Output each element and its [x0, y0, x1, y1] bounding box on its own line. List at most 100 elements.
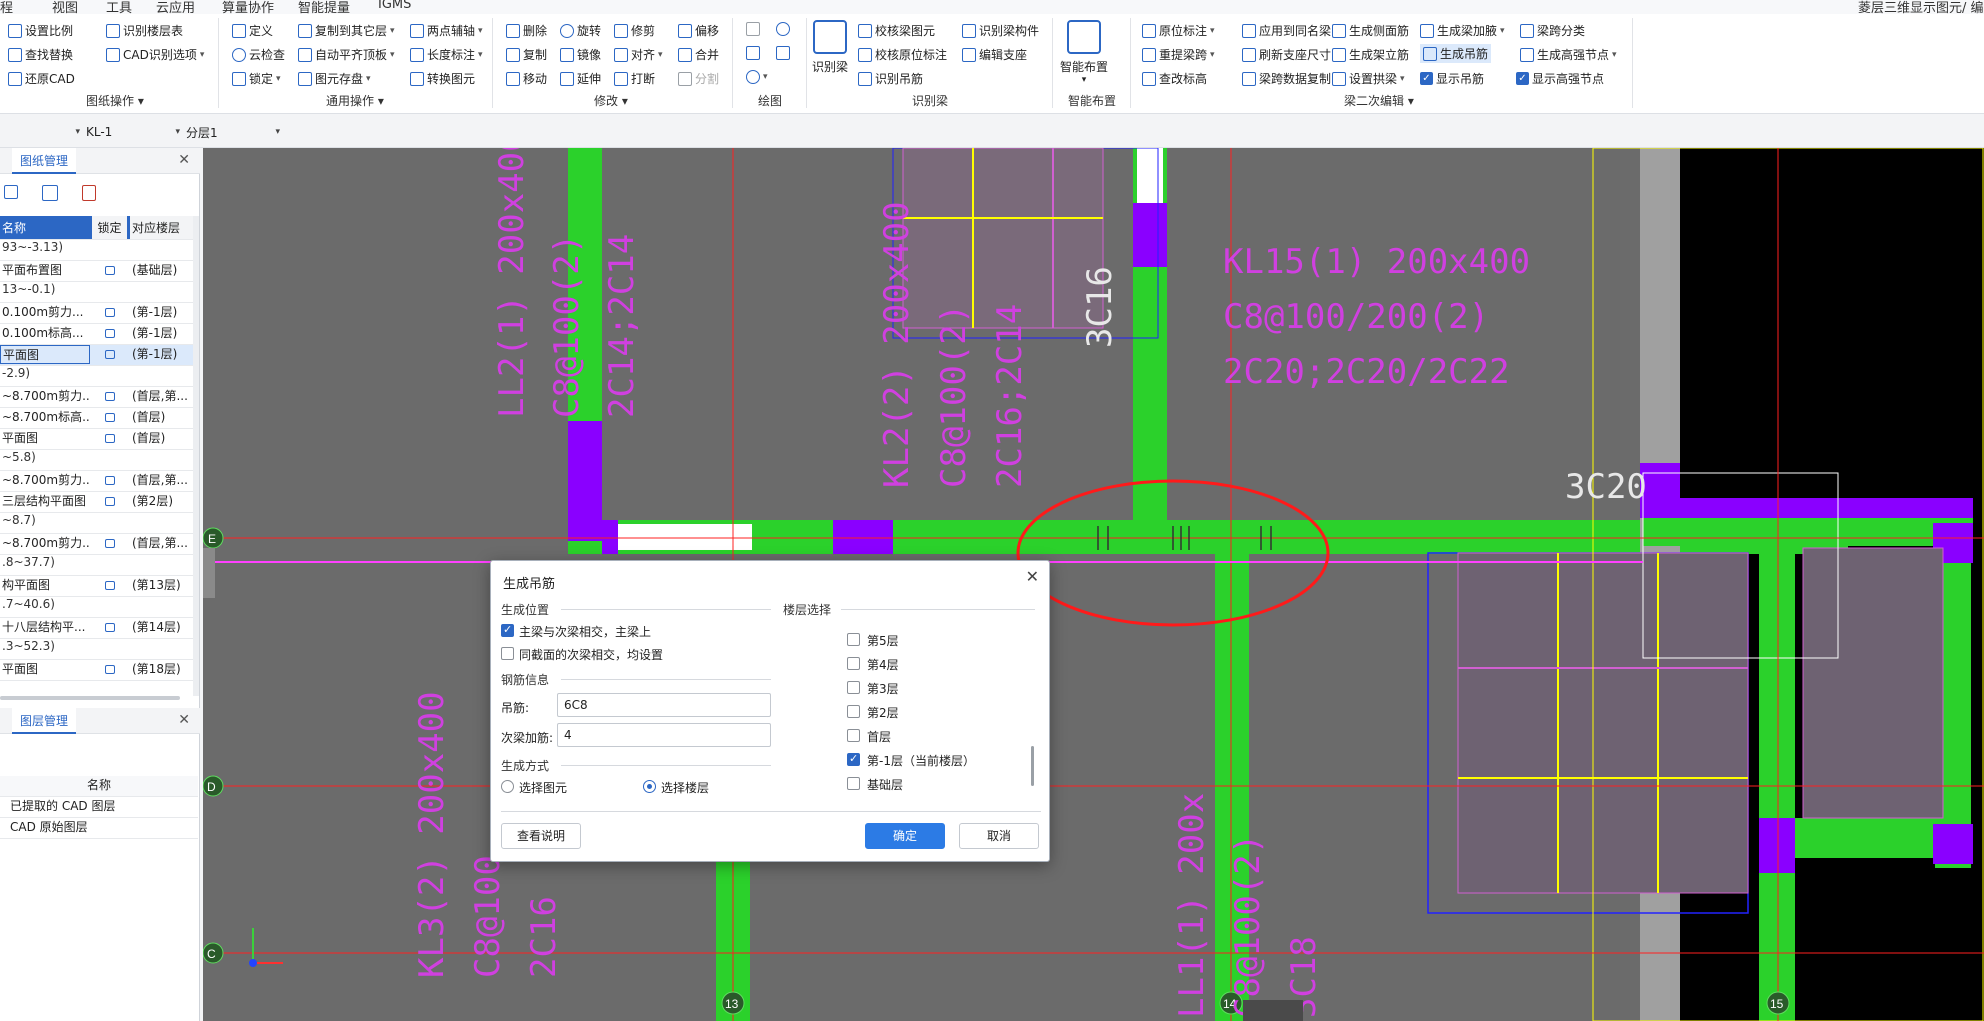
lock-icon[interactable] — [92, 576, 127, 593]
drawing-group-row[interactable]: ~5.8) — [0, 450, 193, 471]
rectangle-tool[interactable] — [776, 46, 790, 60]
cad-options-button[interactable]: CAD识别选项 ▾ — [106, 46, 204, 63]
sublayer-select[interactable]: 分层1 ▾ — [186, 122, 280, 142]
lock-icon[interactable] — [92, 492, 127, 509]
lock-icon[interactable] — [92, 261, 127, 278]
floor-checkbox[interactable] — [847, 752, 860, 766]
ok-button[interactable]: 确定 — [865, 823, 945, 849]
group-label-beam-edit[interactable]: 梁二次编辑 ▾ — [1344, 92, 1414, 109]
drawing-row[interactable]: ~8.700m标高... (首层) — [0, 408, 193, 429]
close-icon[interactable]: ✕ — [178, 712, 190, 728]
hanger-rebar-input[interactable]: 6C8 — [557, 693, 771, 717]
switch-icon[interactable] — [42, 185, 58, 201]
drawing-group-row[interactable]: ~8.7) — [0, 513, 193, 534]
erection-rebar-button[interactable]: 生成架立筋 — [1332, 46, 1409, 63]
length-dimension-button[interactable]: 长度标注 ▾ — [410, 46, 483, 63]
mirror-button[interactable]: 镜像 — [560, 46, 601, 63]
identify-beam-button[interactable]: 识别梁 — [812, 20, 848, 75]
lock-icon[interactable] — [92, 408, 127, 425]
copy-button[interactable]: 复制 — [506, 46, 547, 63]
move-button[interactable]: 移动 — [506, 70, 547, 87]
point-tool[interactable] — [746, 22, 760, 36]
radio-select-floor[interactable] — [643, 780, 656, 793]
drawing-row[interactable]: 平面图 (第18层) — [0, 660, 193, 681]
drawing-group-row[interactable]: 13~-0.1) — [0, 282, 193, 303]
group-label-modify[interactable]: 修改 ▾ — [594, 92, 628, 109]
set-scale-button[interactable]: 设置比例 — [8, 22, 73, 39]
smart-layout-button[interactable]: 智能布置 ▾ — [1060, 20, 1108, 85]
drawing-row[interactable]: 0.100m标高... (第-1层) — [0, 324, 193, 345]
help-button[interactable]: 查看说明 — [501, 823, 581, 849]
floor-checkbox[interactable] — [847, 681, 860, 694]
cancel-button[interactable]: 取消 — [959, 823, 1039, 849]
trash-icon[interactable] — [82, 185, 96, 201]
show-hanger-checkbox[interactable]: ✓ 显示吊筋 — [1420, 70, 1484, 87]
option-same-section-checkbox[interactable] — [501, 647, 514, 660]
cad-canvas[interactable]: E D C 13 14 15 KL15(1) 200x400 C8@100/20… — [203, 148, 1984, 1021]
check-elevation-button[interactable]: 查改标高 — [1142, 70, 1207, 87]
floor-item[interactable]: 首层 — [847, 727, 1023, 747]
floor-checkbox[interactable] — [847, 633, 860, 646]
drawing-row[interactable]: ~8.700m剪力... (首层,第... — [0, 471, 193, 492]
two-point-axis-button[interactable]: 两点辅轴 ▾ — [410, 22, 483, 39]
check-beam-button[interactable]: 校核梁图元 — [858, 22, 935, 39]
component-select[interactable]: KL-1 ▾ — [86, 122, 180, 142]
side-rebar-button[interactable]: 生成侧面筋 — [1332, 22, 1409, 39]
lock-icon[interactable] — [92, 429, 127, 446]
menu-item-collab[interactable]: 算量协作 — [222, 0, 274, 14]
floor-checkbox[interactable] — [847, 705, 860, 718]
extend-button[interactable]: 延伸 — [560, 70, 601, 87]
arc-tool[interactable]: ▾ — [746, 70, 768, 84]
group-label-drawing[interactable]: 图纸操作 ▾ — [86, 92, 144, 109]
in-place-annotation-button[interactable]: 原位标注 ▾ — [1142, 22, 1215, 39]
lock-icon[interactable] — [92, 303, 127, 320]
drawing-group-row[interactable]: .3~52.3) — [0, 639, 193, 660]
convert-element-button[interactable]: 转换图元 — [410, 70, 475, 87]
lock-icon[interactable] — [92, 345, 127, 362]
copy-to-floor-button[interactable]: 复制到其它层 ▾ — [298, 22, 395, 39]
refresh-support-button[interactable]: 刷新支座尺寸 — [1242, 46, 1331, 63]
cloud-check-button[interactable]: 云检查 — [232, 46, 285, 63]
rotate-button[interactable]: 旋转 — [560, 22, 601, 39]
menu-item-igms[interactable]: IGMS — [378, 0, 411, 12]
category-select[interactable]: ▾ — [0, 122, 80, 142]
tab-layer-management[interactable]: 图层管理 — [12, 708, 77, 734]
generate-hanger-button[interactable]: 生成吊筋 — [1420, 44, 1492, 63]
drawing-group-row[interactable]: .7~40.6) — [0, 597, 193, 618]
add-drawing-icon[interactable] — [4, 185, 18, 199]
circle-tool[interactable] — [776, 22, 790, 36]
identify-beam-component-button[interactable]: 识别梁构件 — [962, 22, 1039, 39]
drawing-row[interactable]: ~8.700m剪力... (首层,第... — [0, 534, 193, 555]
horizontal-scrollbar[interactable] — [0, 696, 180, 700]
lock-icon[interactable] — [92, 387, 127, 404]
vertical-scrollbar[interactable] — [193, 216, 199, 696]
option-main-secondary-checkbox[interactable] — [501, 623, 514, 637]
group-label-general[interactable]: 通用操作 ▾ — [326, 92, 384, 109]
menu-item-smart[interactable]: 智能提量 — [298, 0, 350, 14]
left-collapse-tab[interactable] — [203, 548, 215, 598]
floor-checkbox[interactable] — [847, 657, 860, 670]
find-replace-button[interactable]: 查找替换 — [8, 46, 73, 63]
line-tool[interactable] — [746, 46, 760, 60]
drawing-row[interactable]: ~8.700m剪力... (首层,第... — [0, 387, 193, 408]
layer-row[interactable]: CAD 原始图层 — [0, 818, 198, 839]
trim-button[interactable]: 修剪 — [614, 22, 655, 39]
delete-button[interactable]: 删除 — [506, 22, 547, 39]
floor-item[interactable]: 第3层 — [847, 679, 1023, 699]
close-icon[interactable]: ✕ — [1026, 567, 1039, 586]
secondary-rebar-input[interactable]: 4 — [557, 723, 771, 747]
break-button[interactable]: 打断 — [614, 70, 655, 87]
apply-same-beam-button[interactable]: 应用到同名梁 — [1242, 22, 1331, 39]
lock-icon[interactable] — [92, 618, 127, 635]
lock-icon[interactable] — [92, 324, 127, 341]
lock-icon[interactable] — [92, 660, 127, 677]
haunch-button[interactable]: 生成梁加腋 ▾ — [1420, 22, 1505, 39]
identify-floor-table-button[interactable]: 识别楼层表 — [106, 22, 183, 39]
arch-beam-button[interactable]: 设置拱梁 ▾ — [1332, 70, 1405, 87]
show-node-checkbox[interactable]: ✓ 显示高强节点 — [1516, 70, 1604, 87]
identify-hanger-button[interactable]: 识别吊筋 — [858, 70, 923, 87]
lock-button[interactable]: 锁定 ▾ — [232, 70, 281, 87]
drawing-row[interactable]: 十八层结构平... (第14层) — [0, 618, 193, 639]
drawing-group-row[interactable]: .8~37.7) — [0, 555, 193, 576]
radio-select-element[interactable] — [501, 780, 514, 793]
